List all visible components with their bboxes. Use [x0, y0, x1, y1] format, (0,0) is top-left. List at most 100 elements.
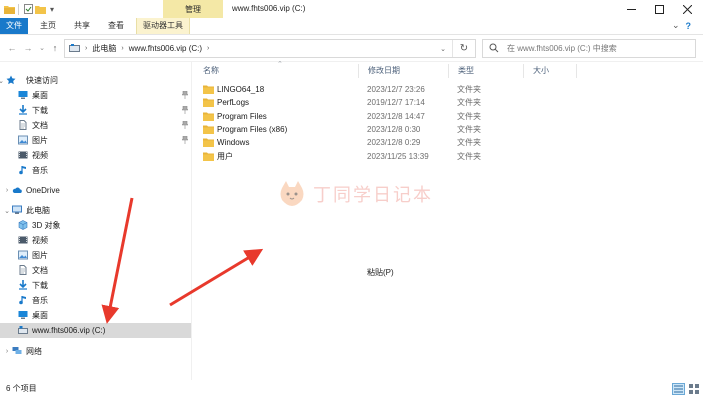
pictures-icon — [18, 135, 28, 145]
sidebar-item-label: 图片 — [32, 251, 48, 260]
breadcrumb-drive[interactable]: www.fhts006.vip (C:) — [129, 44, 202, 53]
sidebar-item[interactable]: 桌面 — [0, 308, 192, 323]
pin-icon[interactable] — [181, 120, 189, 129]
column-type[interactable]: 类型 — [448, 62, 533, 80]
help-icon[interactable]: ? — [686, 21, 692, 31]
watermark: 丁同学日记本 — [277, 178, 433, 210]
tab-home[interactable]: 主页 — [34, 18, 62, 34]
cube-icon — [18, 220, 28, 230]
sidebar-item-label: 桌面 — [32, 311, 48, 320]
video-icon — [18, 150, 28, 160]
pin-icon[interactable] — [181, 90, 189, 99]
sidebar-item[interactable]: 图片 — [0, 248, 192, 263]
chevron-right-icon[interactable]: › — [85, 45, 87, 52]
customize-dropdown-icon[interactable]: ▾ — [46, 3, 58, 15]
sidebar-item-label: 音乐 — [32, 166, 48, 175]
minimize-icon[interactable] — [617, 0, 645, 18]
pane-divider[interactable] — [191, 62, 192, 380]
sidebar-item-label: 文档 — [32, 266, 48, 275]
sidebar-item-label: 下载 — [32, 281, 48, 290]
expand-ribbon-icon[interactable]: ⌄ — [672, 20, 680, 31]
breadcrumb-this-pc[interactable]: 此电脑 — [92, 43, 116, 54]
chevron-right-icon[interactable]: › — [3, 344, 11, 359]
tab-view[interactable]: 查看 — [102, 18, 130, 34]
file-list: 名称 ⌃ 修改日期 类型 大小 LINGO64_18 2023/12/7 23:2… — [193, 61, 703, 380]
sidebar-item-label: 此电脑 — [26, 206, 50, 215]
back-icon[interactable]: ← — [6, 42, 18, 54]
item-count: 6 个项目 — [6, 384, 37, 393]
table-row[interactable]: Program Files (x86) 2023/12/8 0:30 文件夹 — [199, 123, 534, 136]
table-row[interactable]: Program Files 2023/12/8 14:47 文件夹 — [199, 110, 534, 123]
column-date[interactable]: 修改日期 — [358, 62, 458, 80]
table-row[interactable]: PerfLogs 2019/12/7 17:14 文件夹 — [199, 96, 534, 109]
chevron-right-icon[interactable]: › — [207, 45, 209, 52]
status-bar: 6 个项目 — [0, 380, 703, 399]
close-icon[interactable] — [673, 0, 701, 18]
sidebar-item-label: 视频 — [32, 151, 48, 160]
chevron-right-icon[interactable]: › — [3, 183, 11, 198]
table-row[interactable]: Windows 2023/12/8 0:29 文件夹 — [199, 136, 534, 149]
sidebar-item[interactable]: 下载 — [0, 103, 192, 118]
large-icons-view-icon[interactable] — [688, 383, 701, 395]
tab-share[interactable]: 共享 — [68, 18, 96, 34]
tab-file[interactable]: 文件 — [0, 18, 28, 34]
column-size[interactable]: 大小 — [523, 62, 583, 80]
recent-locations-icon[interactable]: ⌄ — [36, 42, 48, 54]
sidebar-item[interactable]: 下载 — [0, 278, 192, 293]
sidebar-item[interactable]: 音乐 — [0, 293, 192, 308]
file-date: 2023/12/8 0:30 — [367, 124, 421, 134]
tab-drive-tools[interactable]: 驱动器工具 — [136, 18, 190, 34]
desktop-icon — [18, 310, 28, 320]
sidebar-item[interactable]: 图片 — [0, 133, 192, 148]
refresh-icon[interactable]: ↻ — [452, 40, 475, 57]
sort-ascending-icon: ⌃ — [277, 61, 283, 68]
sidebar-item-label: www.fhts006.vip (C:) — [32, 326, 106, 335]
address-row: ← → ⌄ ↑ › 此电脑 › www.fhts006.vip (C:) › ⌄… — [0, 35, 703, 62]
sidebar-item-label: 快速访问 — [26, 76, 58, 85]
address-dropdown-icon[interactable]: ⌄ — [437, 43, 449, 54]
file-name: PerfLogs — [217, 98, 250, 108]
details-view-icon[interactable] — [672, 383, 685, 395]
file-type: 文件夹 — [457, 138, 481, 148]
folder-icon — [203, 125, 214, 134]
table-row[interactable]: 用户 2023/11/25 13:39 文件夹 — [199, 150, 534, 163]
sidebar-item[interactable]: › OneDrive — [0, 183, 192, 198]
sidebar-item[interactable]: www.fhts006.vip (C:) — [0, 323, 192, 338]
sidebar-item[interactable]: 音乐 — [0, 163, 192, 178]
sidebar-item[interactable]: 视频 — [0, 148, 192, 163]
file-date: 2019/12/7 17:14 — [367, 98, 425, 108]
new-folder-icon[interactable] — [34, 3, 46, 15]
manage-context-tab[interactable]: 管理 — [163, 0, 223, 18]
sidebar-item[interactable]: › 网络 — [0, 344, 192, 359]
table-row[interactable]: LINGO64_18 2023/12/7 23:26 文件夹 — [199, 83, 534, 96]
chevron-right-icon[interactable]: › — [121, 45, 123, 52]
up-icon[interactable]: ↑ — [49, 42, 61, 54]
sidebar-item-label: 下载 — [32, 106, 48, 115]
sidebar-item[interactable]: 视频 — [0, 233, 192, 248]
chevron-down-icon[interactable]: ⌄ — [3, 203, 11, 218]
file-type: 文件夹 — [457, 124, 481, 134]
pin-icon[interactable] — [181, 135, 189, 144]
forward-icon[interactable]: → — [22, 42, 34, 54]
maximize-icon[interactable] — [645, 0, 673, 18]
file-name: Program Files — [217, 111, 267, 121]
chevron-down-icon[interactable]: ⌄ — [0, 73, 5, 88]
download-icon — [18, 280, 28, 290]
sidebar-item[interactable]: 桌面 — [0, 88, 192, 103]
sidebar-item[interactable]: ⌄ 快速访问 — [0, 73, 192, 88]
address-bar[interactable]: › 此电脑 › www.fhts006.vip (C:) › ⌄ ↻ — [64, 39, 476, 58]
sidebar-item[interactable]: 3D 对象 — [0, 218, 192, 233]
properties-icon[interactable] — [22, 3, 34, 15]
desktop-icon — [18, 90, 28, 100]
search-placeholder: 在 www.fhts006.vip (C:) 中搜索 — [507, 44, 617, 53]
sidebar-item[interactable]: ⌄ 此电脑 — [0, 203, 192, 218]
sidebar-item-label: 桌面 — [32, 91, 48, 100]
sidebar-item[interactable]: 文档 — [0, 263, 192, 278]
paste-menu-item[interactable]: 粘贴(P) — [367, 267, 394, 278]
sidebar-item-label: OneDrive — [26, 186, 60, 195]
pin-icon[interactable] — [181, 105, 189, 114]
folder-icon — [3, 3, 15, 15]
sidebar-item[interactable]: 文档 — [0, 118, 192, 133]
sidebar-item-label: 网络 — [26, 347, 42, 356]
search-input[interactable]: 在 www.fhts006.vip (C:) 中搜索 — [482, 39, 696, 58]
